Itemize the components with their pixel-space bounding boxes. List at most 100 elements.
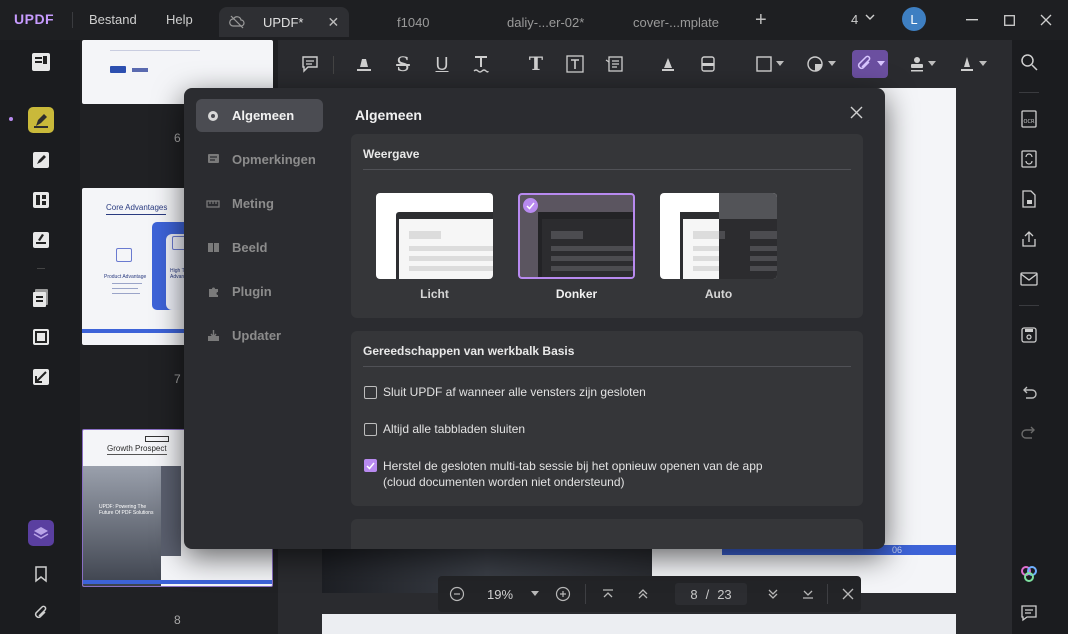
zoom-in-button[interactable]	[553, 584, 573, 604]
convert-icon[interactable]	[1018, 148, 1040, 170]
current-page-input[interactable]: 8	[690, 587, 697, 602]
nav-comments[interactable]: Opmerkingen	[196, 143, 323, 176]
nav-label: Updater	[232, 328, 282, 343]
settings-dialog: Algemeen Opmerkingen Meting Beeld Plugin…	[184, 88, 885, 549]
tab-cover[interactable]: cover-...mplate	[633, 7, 719, 37]
divider	[1019, 92, 1039, 93]
search-icon[interactable]	[1018, 51, 1040, 73]
option-quit-on-close[interactable]: Sluit UPDF af wanneer alle vensters zijn…	[364, 384, 646, 400]
menu-help[interactable]: Help	[166, 12, 193, 27]
option-close-all-tabs[interactable]: Altijd alle tabbladen sluiten	[364, 421, 525, 437]
chevron-down-icon[interactable]	[531, 591, 539, 597]
chevron-down-icon[interactable]	[928, 61, 936, 67]
theme-light-option[interactable]	[376, 193, 493, 279]
cloud-off-icon	[229, 15, 245, 29]
theme-dark-option[interactable]	[518, 193, 635, 279]
redo-icon[interactable]	[1018, 422, 1040, 444]
maximize-button[interactable]	[999, 10, 1019, 30]
zoom-level[interactable]: 19%	[487, 587, 527, 602]
crop-icon[interactable]	[28, 324, 54, 350]
form-icon[interactable]	[28, 227, 54, 253]
tab-f1040[interactable]: f1040	[397, 7, 430, 37]
appearance-section: Weergave Licht Donker Auto	[351, 134, 863, 318]
checkbox-checked[interactable]	[364, 459, 377, 472]
mail-icon[interactable]	[1018, 268, 1040, 290]
chevron-down-icon[interactable]	[979, 61, 987, 67]
comment-tool-icon[interactable]	[28, 107, 54, 133]
checkbox[interactable]	[364, 422, 377, 436]
save-icon[interactable]	[1018, 324, 1040, 346]
last-page-button[interactable]	[798, 584, 818, 604]
comment-icon[interactable]	[298, 52, 322, 76]
avatar[interactable]: L	[902, 7, 926, 31]
reader-icon[interactable]	[28, 49, 54, 75]
textbox-icon[interactable]	[563, 52, 587, 76]
checkbox-sublabel: (cloud documenten worden niet ondersteun…	[383, 475, 625, 489]
page-indicator[interactable]: 8 / 23	[675, 583, 747, 605]
highlight-icon[interactable]	[352, 52, 376, 76]
download-icon	[206, 329, 220, 343]
minimize-button[interactable]	[962, 10, 982, 30]
next-section	[351, 519, 863, 549]
chevron-down-icon[interactable]	[776, 61, 784, 67]
menu-file[interactable]: Bestand	[89, 12, 137, 27]
close-icon[interactable]: ✕	[327, 14, 339, 31]
thumb-graphic	[112, 288, 138, 289]
layers-icon[interactable]	[28, 520, 54, 546]
chevron-down-icon[interactable]	[828, 61, 836, 67]
nav-updater[interactable]: Updater	[196, 319, 323, 352]
active-indicator	[9, 117, 13, 121]
checkbox[interactable]	[364, 385, 377, 399]
pencil-icon[interactable]	[656, 52, 680, 76]
thumb-text: UPDF: Powering The Future Of PDF Solutio…	[99, 504, 154, 516]
pages-icon[interactable]	[28, 285, 54, 311]
strikethrough-icon[interactable]: S	[391, 52, 415, 76]
stamp-icon[interactable]	[905, 52, 929, 76]
bookmark-icon[interactable]	[28, 561, 54, 587]
edit-icon[interactable]	[28, 147, 54, 173]
page-number-label: 8	[174, 613, 181, 627]
eraser-icon[interactable]	[696, 52, 720, 76]
theme-auto-option[interactable]	[660, 193, 777, 279]
ocr-icon[interactable]: OCR	[1018, 108, 1040, 130]
text-icon[interactable]: T	[524, 52, 548, 76]
nav-measure[interactable]: Meting	[196, 187, 323, 220]
attachment-icon[interactable]	[28, 600, 54, 626]
paperclip-icon	[856, 55, 874, 73]
close-dialog-button[interactable]	[850, 106, 863, 119]
tab-label: f1040	[397, 14, 430, 30]
shape-icon[interactable]	[752, 52, 776, 76]
nav-view[interactable]: Beeld	[196, 231, 323, 264]
first-page-button[interactable]	[598, 584, 618, 604]
window-count[interactable]: 4	[851, 12, 858, 27]
close-window-button[interactable]	[1036, 10, 1056, 30]
option-restore-session[interactable]: Herstel de gesloten multi-tab sessie bij…	[364, 458, 763, 490]
page-number-mark: 06	[892, 545, 903, 555]
sticker-icon[interactable]	[803, 52, 827, 76]
chat-icon[interactable]	[1018, 602, 1040, 624]
tab-daliy[interactable]: daliy-...er-02*	[507, 7, 584, 37]
page-separator: /	[705, 586, 710, 602]
next-page-button[interactable]	[763, 584, 783, 604]
close-pagebar-button[interactable]	[838, 584, 858, 604]
text-callout-icon[interactable]	[602, 52, 626, 76]
chevron-down-icon[interactable]	[864, 11, 876, 23]
nav-general[interactable]: Algemeen	[196, 99, 323, 132]
squiggly-icon[interactable]	[469, 52, 493, 76]
signature-icon[interactable]	[955, 52, 979, 76]
new-tab-button[interactable]: +	[755, 9, 767, 32]
attachment-tool-button[interactable]	[852, 50, 888, 78]
page-number-label: 7	[174, 372, 181, 386]
organize-icon[interactable]	[28, 187, 54, 213]
share-icon[interactable]	[1018, 228, 1040, 250]
comment-icon	[206, 153, 220, 167]
zoom-out-button[interactable]	[447, 584, 467, 604]
tab-updf[interactable]: UPDF* ✕	[219, 7, 349, 37]
protect-icon[interactable]	[1018, 188, 1040, 210]
prev-page-button[interactable]	[633, 584, 653, 604]
undo-icon[interactable]	[1018, 382, 1040, 404]
ai-assistant-icon[interactable]	[1018, 563, 1040, 585]
underline-icon[interactable]: U	[430, 52, 454, 76]
compress-icon[interactable]	[28, 364, 54, 390]
nav-plugin[interactable]: Plugin	[196, 275, 323, 308]
